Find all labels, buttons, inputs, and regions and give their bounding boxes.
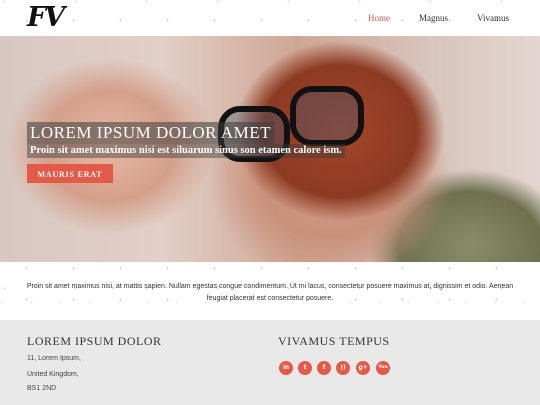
address-line-3: BS1 2ND <box>27 385 57 392</box>
youtube-icon[interactable]: You <box>376 361 390 375</box>
intro-text: Proin sit amet maximus nisi, at mattis s… <box>26 283 514 302</box>
site-logo[interactable]: FV <box>27 2 65 34</box>
address-line-1: 11, Lorem Ipsum, <box>27 355 81 362</box>
nav-vivamus[interactable]: Vivamus <box>477 13 509 23</box>
nav-magnus[interactable]: Magnus <box>419 13 448 23</box>
site-footer: LOREM IPSUM DOLOR 11, Lorem Ipsum, Unite… <box>0 320 540 405</box>
facebook-icon[interactable]: f <box>317 361 331 375</box>
google-plus-icon[interactable]: g+ <box>356 361 370 375</box>
rss-icon[interactable]: )) <box>336 361 350 375</box>
nav-home[interactable]: Home <box>368 13 390 23</box>
address-line-2: United Kingdom, <box>27 371 79 378</box>
hero-subtitle-box: Proin sit amet maximus nisi est siluarum… <box>27 144 345 158</box>
footer-social-heading: VIVAMUS TEMPUS <box>278 334 390 348</box>
footer-address-heading: LOREM IPSUM DOLOR <box>27 334 162 348</box>
hero-photo-glasses-right <box>290 86 364 146</box>
linkedin-icon[interactable]: in <box>279 361 293 375</box>
hero-title: LOREM IPSUM DOLOR AMET <box>30 123 271 142</box>
hero-subtitle: Proin sit amet maximus nisi est siluarum… <box>30 145 342 156</box>
hero-title-box: LOREM IPSUM DOLOR AMET <box>27 122 274 144</box>
twitter-icon[interactable]: t <box>298 361 312 375</box>
mauris-erat-button[interactable]: MAURIS ERAT <box>27 164 113 183</box>
hero-banner: LOREM IPSUM DOLOR AMET Proin sit amet ma… <box>0 36 540 262</box>
site-header: FV Home Magnus Vivamus <box>0 0 540 36</box>
